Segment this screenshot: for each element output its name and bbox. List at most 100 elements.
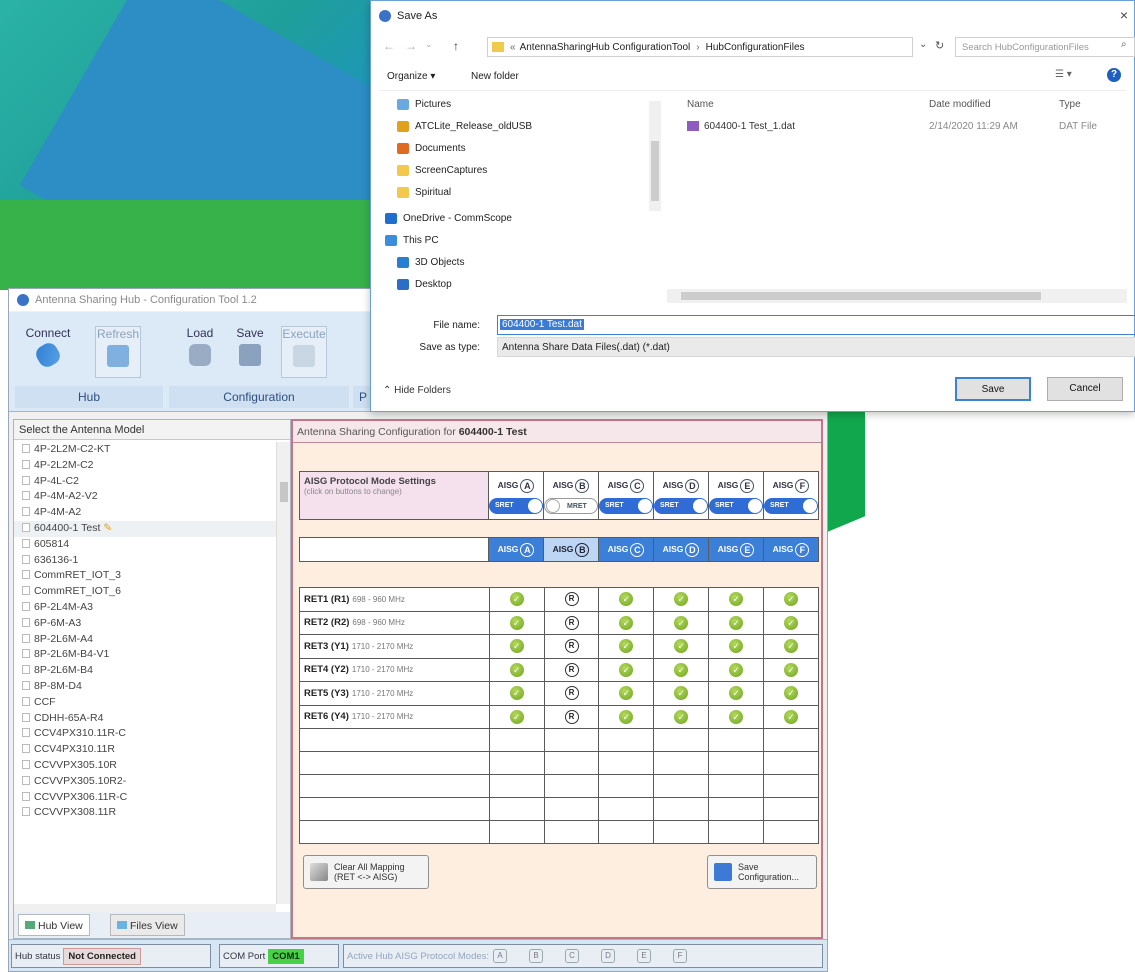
aisg-port-button[interactable]: AISG F [764, 476, 818, 494]
address-bar[interactable]: « AntennaSharingHub ConfigurationTool › … [487, 37, 913, 57]
mapping-cell[interactable]: ✓ [708, 681, 765, 706]
list-item[interactable]: 8P-2L6M-B4-V1 [14, 647, 276, 663]
address-dropdown-icon[interactable]: ⌄ [919, 39, 927, 50]
aisg-port-button[interactable]: AISG D [654, 476, 708, 494]
aisg-port-button[interactable]: AISG E [709, 476, 763, 494]
dialog-save-button[interactable]: Save [955, 377, 1031, 401]
dialog-close-icon[interactable]: × [1120, 7, 1128, 23]
mapping-cell[interactable]: ✓ [488, 681, 545, 706]
mapping-cell[interactable]: ✓ [598, 634, 655, 659]
mapping-cell[interactable] [763, 797, 819, 821]
mapping-cell[interactable] [543, 820, 600, 844]
nav-item[interactable]: Documents [379, 137, 669, 159]
list-item[interactable]: CCV4PX310.11R [14, 742, 276, 758]
nav-item[interactable]: OneDrive - CommScope [379, 207, 669, 229]
mode-toggle[interactable]: SRET [709, 498, 763, 514]
connect-button[interactable]: Connect [25, 326, 71, 371]
mapping-cell[interactable] [763, 751, 819, 775]
refresh-button[interactable]: Refresh [95, 326, 141, 378]
mapping-cell[interactable]: R [543, 587, 600, 612]
load-button[interactable]: Load [177, 326, 223, 366]
port-header[interactable]: AISG D [653, 536, 709, 562]
dialog-titlebar[interactable]: Save As [371, 1, 1134, 31]
list-item[interactable]: 8P-2L6M-B4 [14, 663, 276, 679]
mode-toggle[interactable]: SRET [599, 498, 653, 514]
clear-all-mapping-button[interactable]: Clear All Mapping (RET <-> AISG) [303, 855, 429, 889]
view-options-icon[interactable]: ☰ ▾ [1055, 69, 1072, 80]
nav-item[interactable]: ScreenCaptures [379, 159, 669, 181]
mapping-cell[interactable] [653, 751, 710, 775]
mapping-cell[interactable] [488, 751, 545, 775]
mapping-cell[interactable] [763, 820, 819, 844]
mapping-cell[interactable]: ✓ [763, 704, 819, 729]
list-item[interactable]: CCVVPX306.11R-C [14, 790, 276, 806]
mapping-cell[interactable] [543, 751, 600, 775]
list-item[interactable]: 636136-1 [14, 553, 276, 569]
port-header[interactable]: AISG B [543, 536, 599, 562]
list-item[interactable]: CommRET_IOT_6 [14, 584, 276, 600]
mapping-cell[interactable] [543, 797, 600, 821]
list-item[interactable]: CCV4PX310.11R-C [14, 726, 276, 742]
mapping-cell[interactable]: ✓ [653, 634, 710, 659]
mapping-cell[interactable] [488, 728, 545, 752]
mode-toggle[interactable]: SRET [764, 498, 818, 514]
port-header[interactable]: AISG A [488, 536, 544, 562]
mapping-cell[interactable] [653, 820, 710, 844]
hide-folders-toggle[interactable]: ⌃ Hide Folders [383, 385, 451, 396]
mapping-cell[interactable]: ✓ [488, 587, 545, 612]
list-item[interactable]: 6P-2L4M-A3 [14, 600, 276, 616]
list-item[interactable]: 6P-6M-A3 [14, 616, 276, 632]
list-item[interactable]: 605814 [14, 537, 276, 553]
column-name[interactable]: Name [687, 99, 714, 110]
mapping-cell[interactable] [763, 774, 819, 798]
nav-item[interactable]: Pictures [379, 93, 669, 115]
tab-files-view[interactable]: Files View [110, 914, 185, 936]
mapping-cell[interactable]: ✓ [598, 657, 655, 682]
search-input[interactable]: Search HubConfigurationFiles [955, 37, 1135, 57]
aisg-port-button[interactable]: AISG B [544, 476, 598, 494]
mapping-cell[interactable] [488, 797, 545, 821]
mapping-cell[interactable]: ✓ [763, 634, 819, 659]
mapping-cell[interactable]: ✓ [763, 657, 819, 682]
nav-item[interactable]: Desktop [379, 273, 669, 295]
mapping-cell[interactable]: ✓ [708, 704, 765, 729]
mapping-cell[interactable] [653, 728, 710, 752]
mapping-cell[interactable]: ✓ [653, 681, 710, 706]
mapping-cell[interactable]: ✓ [653, 610, 710, 635]
breadcrumb-item-1[interactable]: HubConfigurationFiles [706, 42, 805, 53]
back-arrow-icon[interactable]: ← [383, 39, 395, 53]
list-item[interactable]: 4P-2L2M-C2 [14, 458, 276, 474]
mapping-cell[interactable] [598, 751, 655, 775]
mapping-cell[interactable] [598, 820, 655, 844]
list-item[interactable]: CCVVPX305.10R [14, 758, 276, 774]
save-configuration-button[interactable]: Save Configuration... [707, 855, 817, 889]
mapping-cell[interactable] [598, 797, 655, 821]
port-header[interactable]: AISG C [598, 536, 654, 562]
refresh-icon[interactable]: ↻ [935, 39, 944, 52]
organize-menu[interactable]: Organize ▾ [387, 71, 435, 82]
port-header[interactable]: AISG E [708, 536, 764, 562]
new-folder-button[interactable]: New folder [471, 71, 519, 82]
mapping-cell[interactable]: ✓ [598, 610, 655, 635]
tab-hub-view[interactable]: Hub View [18, 914, 90, 936]
file-list-hscrollbar[interactable] [667, 289, 1127, 303]
mode-toggle[interactable]: SRET [654, 498, 708, 514]
mapping-cell[interactable] [708, 797, 765, 821]
mapping-cell[interactable] [488, 774, 545, 798]
mapping-cell[interactable]: R [543, 657, 600, 682]
recent-chevron-icon[interactable]: ⌄ [425, 39, 433, 50]
nav-item[interactable]: This PC [379, 229, 669, 251]
mapping-cell[interactable] [708, 728, 765, 752]
mapping-cell[interactable]: ✓ [653, 587, 710, 612]
mapping-cell[interactable] [653, 797, 710, 821]
list-item[interactable]: 4P-4M-A2-V2 [14, 489, 276, 505]
mapping-cell[interactable]: ✓ [763, 587, 819, 612]
mode-toggle[interactable]: SRET [489, 498, 543, 514]
model-list-scrollbar[interactable] [276, 442, 290, 904]
dialog-cancel-button[interactable]: Cancel [1047, 377, 1123, 401]
mapping-cell[interactable] [708, 820, 765, 844]
list-item[interactable]: CCF [14, 695, 276, 711]
forward-arrow-icon[interactable]: → [405, 39, 417, 53]
save-type-select[interactable]: Antenna Share Data Files(.dat) (*.dat) [497, 337, 1135, 357]
mapping-cell[interactable]: ✓ [708, 587, 765, 612]
